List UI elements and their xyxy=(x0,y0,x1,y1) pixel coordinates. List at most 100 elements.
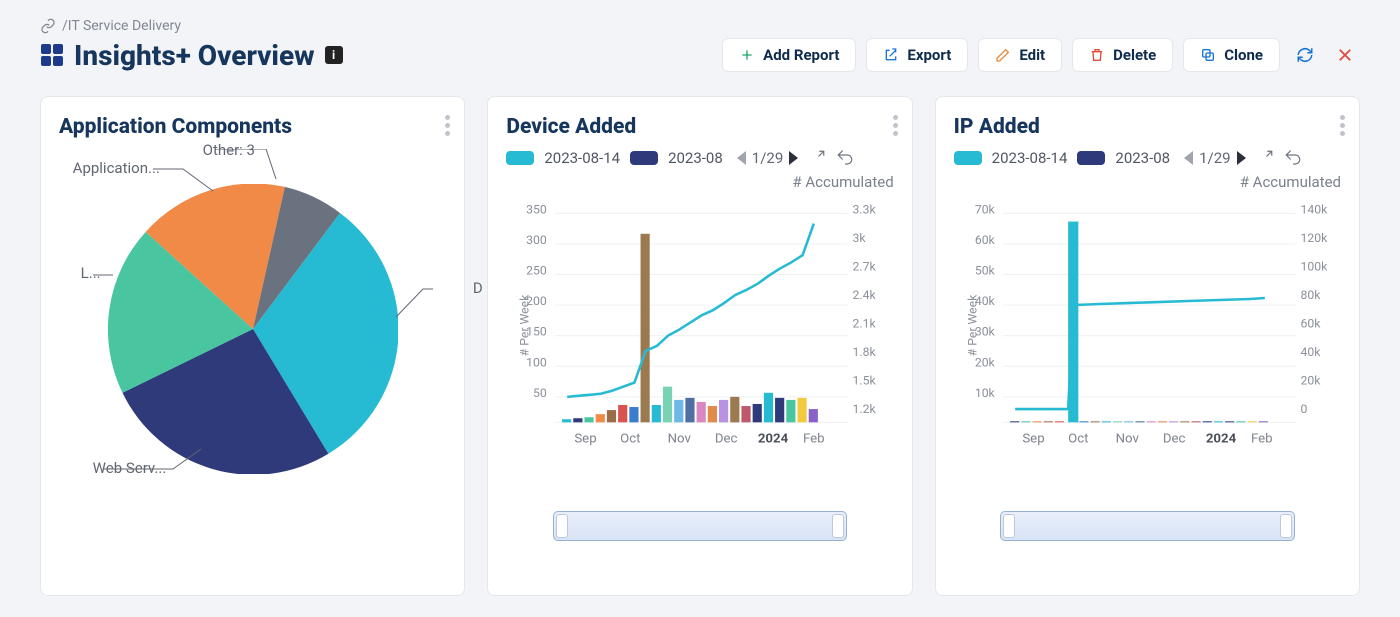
accum-label: # Accumulated xyxy=(954,173,1341,191)
svg-text:140k: 140k xyxy=(1300,202,1328,216)
svg-text:Oct: Oct xyxy=(1068,432,1088,447)
svg-text:0: 0 xyxy=(1300,402,1307,416)
svg-text:Nov: Nov xyxy=(1115,432,1139,447)
svg-text:60k: 60k xyxy=(974,233,995,247)
page-label: 1/29 xyxy=(752,149,783,167)
svg-text:50k: 50k xyxy=(974,264,995,278)
card-menu-button[interactable] xyxy=(893,115,898,136)
pie-chart: Other: 3 Application... L... D Web Serv.… xyxy=(83,159,423,499)
refresh-button[interactable] xyxy=(1290,40,1320,70)
breadcrumb[interactable]: /IT Service Delivery xyxy=(40,18,1360,34)
card-ip-added: IP Added 2023-08-14 2023-08 1/29 # Accum… xyxy=(935,96,1360,596)
trash-icon xyxy=(1089,47,1105,63)
svg-text:2.4k: 2.4k xyxy=(853,288,877,302)
svg-text:20k: 20k xyxy=(1300,374,1321,388)
legend-row: 2023-08-14 2023-08 1/29 xyxy=(506,149,893,167)
copy-icon xyxy=(1200,47,1216,63)
svg-text:1.5k: 1.5k xyxy=(853,374,877,388)
expand-icon[interactable] xyxy=(808,149,826,167)
breadcrumb-label: /IT Service Delivery xyxy=(62,18,181,34)
svg-text:1.2k: 1.2k xyxy=(853,402,877,416)
svg-text:2024: 2024 xyxy=(758,432,789,447)
svg-text:Sep: Sep xyxy=(575,432,597,447)
plus-icon xyxy=(739,47,755,63)
svg-text:Dec: Dec xyxy=(1162,432,1185,447)
svg-text:3k: 3k xyxy=(853,231,867,245)
slider-handle-right[interactable] xyxy=(832,514,844,538)
svg-text:Nov: Nov xyxy=(668,432,692,447)
legend-row: 2023-08-14 2023-08 1/29 xyxy=(954,149,1341,167)
export-label: Export xyxy=(907,46,951,64)
svg-text:60k: 60k xyxy=(1300,317,1321,331)
legend-b: 2023-08 xyxy=(668,149,723,167)
export-icon xyxy=(883,47,899,63)
time-range-slider[interactable] xyxy=(1000,511,1294,541)
add-report-label: Add Report xyxy=(763,46,839,64)
svg-text:10k: 10k xyxy=(974,386,995,400)
delete-label: Delete xyxy=(1113,46,1156,64)
svg-text:350: 350 xyxy=(526,202,547,216)
svg-text:300: 300 xyxy=(526,233,547,247)
edit-button[interactable]: Edit xyxy=(978,38,1062,72)
svg-text:# Per Week: # Per Week xyxy=(518,294,532,356)
card-menu-button[interactable] xyxy=(445,115,450,136)
legend-b: 2023-08 xyxy=(1115,149,1170,167)
page-next-icon[interactable] xyxy=(789,151,798,165)
time-range-slider[interactable] xyxy=(553,511,847,541)
card-title: IP Added xyxy=(954,115,1341,139)
page-label: 1/29 xyxy=(1199,149,1230,167)
page-next-icon[interactable] xyxy=(1237,151,1246,165)
svg-text:3.3k: 3.3k xyxy=(853,202,877,216)
legend-a: 2023-08-14 xyxy=(544,149,620,167)
undo-icon[interactable] xyxy=(1284,149,1302,167)
svg-text:2024: 2024 xyxy=(1205,432,1236,447)
page-prev-icon[interactable] xyxy=(1184,151,1193,165)
svg-text:20k: 20k xyxy=(974,355,995,369)
page-prev-icon[interactable] xyxy=(737,151,746,165)
slider-handle-left[interactable] xyxy=(556,514,568,538)
svg-text:80k: 80k xyxy=(1300,288,1321,302)
export-button[interactable]: Export xyxy=(866,38,968,72)
svg-text:Dec: Dec xyxy=(715,432,738,447)
legend-chip-b xyxy=(1077,151,1105,165)
svg-text:Feb: Feb xyxy=(1251,432,1273,447)
card-device-added: Device Added 2023-08-14 2023-08 1/29 # A… xyxy=(487,96,912,596)
clone-button[interactable]: Clone xyxy=(1183,38,1280,72)
combo-chart-ip: 70k 60k 50k 40k 30k 20k 10k 140k 120k 10… xyxy=(954,193,1341,493)
svg-text:100k: 100k xyxy=(1300,259,1328,273)
dashboard-icon xyxy=(40,43,64,67)
card-application-components: Application Components Other: 3 Applicat… xyxy=(40,96,465,596)
edit-label: Edit xyxy=(1019,46,1045,64)
expand-icon[interactable] xyxy=(1256,149,1274,167)
accum-label: # Accumulated xyxy=(506,173,893,191)
slider-handle-left[interactable] xyxy=(1003,514,1015,538)
card-title: Device Added xyxy=(506,115,893,139)
svg-text:250: 250 xyxy=(526,264,547,278)
svg-text:Oct: Oct xyxy=(620,432,640,447)
svg-text:# Per Week: # Per Week xyxy=(965,294,979,356)
link-icon xyxy=(40,18,56,34)
card-menu-button[interactable] xyxy=(1340,115,1345,136)
svg-text:1.8k: 1.8k xyxy=(853,345,877,359)
svg-text:Sep: Sep xyxy=(1022,432,1044,447)
svg-text:2.7k: 2.7k xyxy=(853,259,877,273)
info-badge[interactable]: i xyxy=(325,46,343,64)
combo-chart-device: 350 300 250 200 150 100 50 3.3k 3k 2.7k … xyxy=(506,193,893,493)
pencil-icon xyxy=(995,47,1011,63)
refresh-icon xyxy=(1296,46,1314,64)
slider-handle-right[interactable] xyxy=(1280,514,1292,538)
svg-text:2.1k: 2.1k xyxy=(853,317,877,331)
clone-label: Clone xyxy=(1224,46,1263,64)
undo-icon[interactable] xyxy=(836,149,854,167)
legend-chip-a xyxy=(506,151,534,165)
svg-text:70k: 70k xyxy=(974,202,995,216)
svg-text:Feb: Feb xyxy=(803,432,825,447)
pie-label-d: D xyxy=(473,279,483,297)
svg-text:100: 100 xyxy=(526,355,547,369)
close-icon xyxy=(1336,46,1354,64)
close-button[interactable] xyxy=(1330,40,1360,70)
svg-text:120k: 120k xyxy=(1300,231,1328,245)
delete-button[interactable]: Delete xyxy=(1072,38,1173,72)
svg-text:40k: 40k xyxy=(1300,345,1321,359)
add-report-button[interactable]: Add Report xyxy=(722,38,856,72)
